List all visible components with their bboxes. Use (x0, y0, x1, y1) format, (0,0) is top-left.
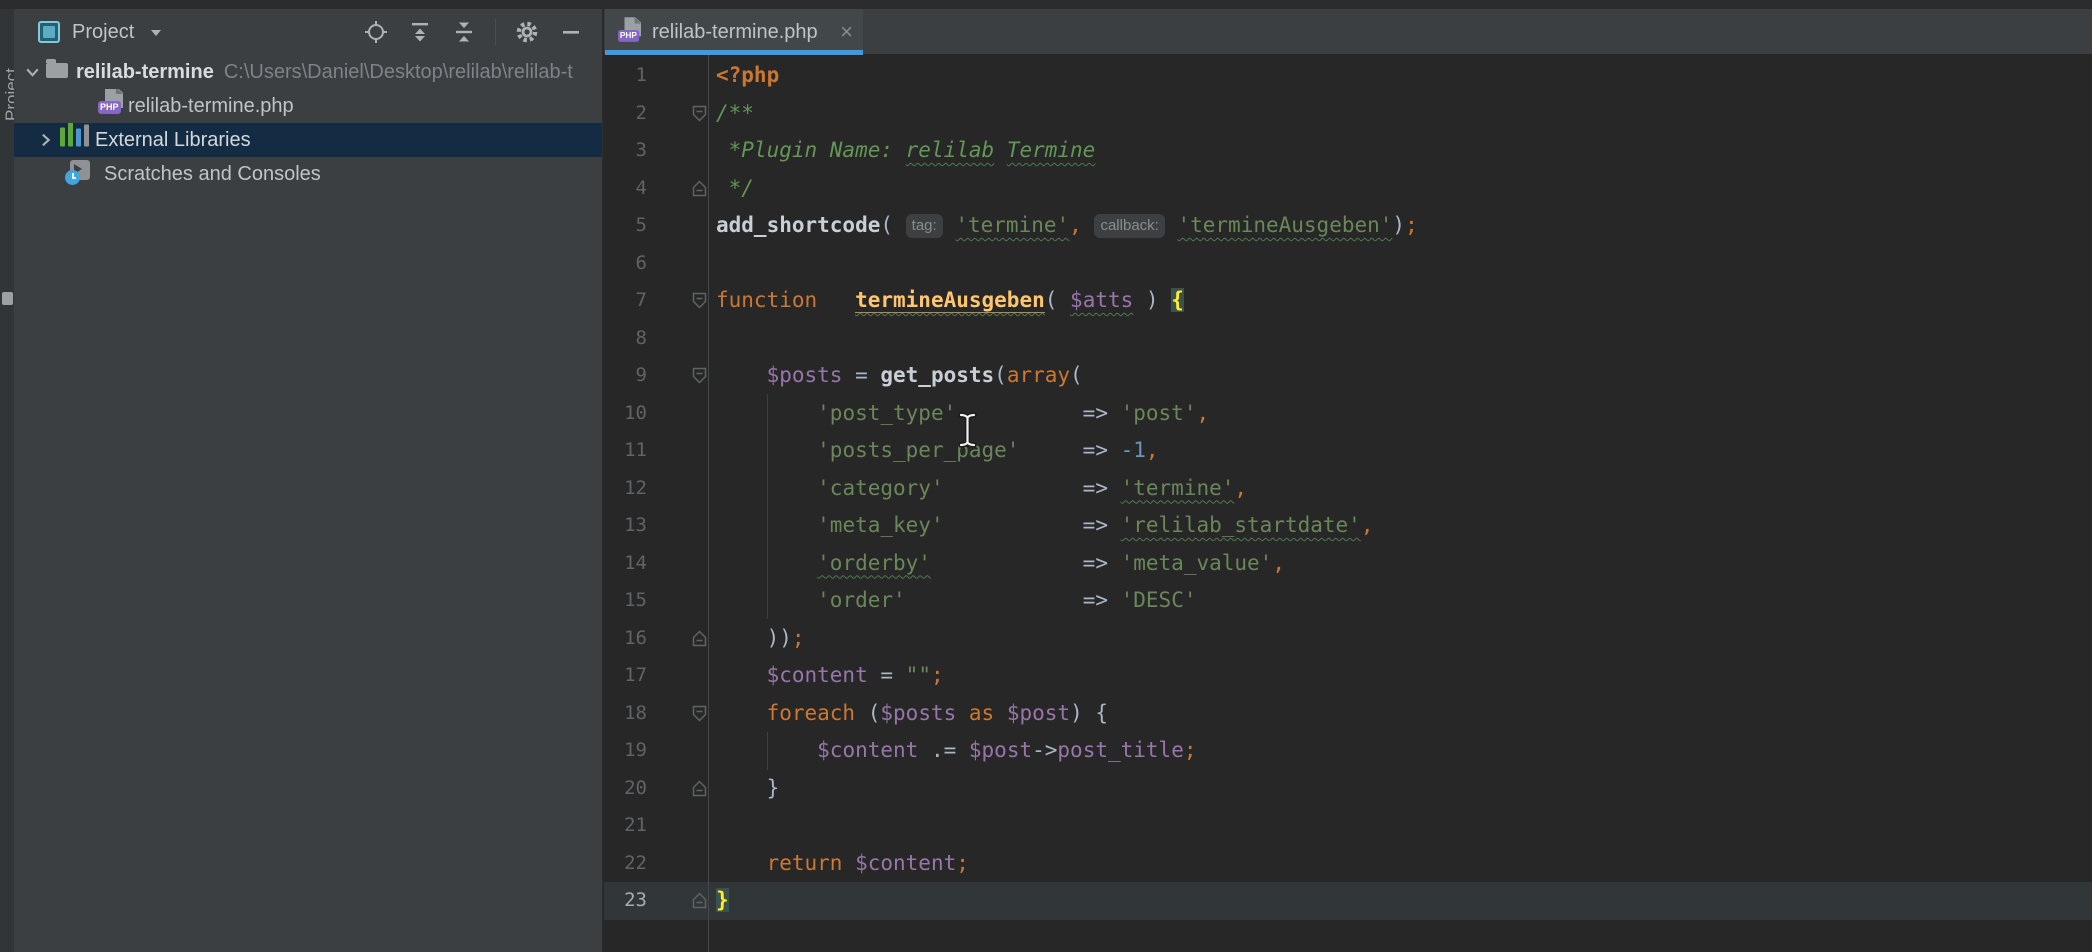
tree-item-label: External Libraries (95, 123, 251, 157)
line-number: 10 (604, 395, 647, 433)
code-line-17[interactable]: $content = ""; (716, 657, 1418, 695)
editor-area: PHP relilab-termine.php × 12345678910111… (604, 9, 2092, 952)
line-number: 4 (604, 170, 647, 208)
expand-all-icon[interactable] (407, 19, 433, 45)
external-libraries-icon (60, 123, 89, 157)
code-line-2[interactable]: /** (716, 95, 1418, 133)
code-line-23[interactable]: } (716, 882, 1418, 920)
project-tree: relilab-termineC:\Users\Daniel\Desktop\r… (14, 55, 602, 191)
scratches-icon (70, 157, 90, 191)
code-line-13[interactable]: 'meta_key' => 'relilab_startdate', (716, 507, 1418, 545)
hide-panel-icon[interactable] (558, 19, 584, 45)
line-number: 21 (604, 807, 647, 845)
code-lines[interactable]: <?php/** *Plugin Name: relilab Termine *… (716, 57, 1418, 920)
code-line-19[interactable]: $content .= $post->post_title; (716, 732, 1418, 770)
code-line-5[interactable]: add_shortcode( tag: 'termine', callback:… (716, 207, 1418, 245)
line-number: 2 (604, 95, 647, 133)
phpstorm-window: Project Project (0, 0, 2092, 952)
fold-end-icon[interactable] (692, 180, 707, 197)
parameter-hint: callback: (1094, 214, 1164, 238)
code-line-18[interactable]: foreach ($posts as $post) { (716, 695, 1418, 733)
code-line-15[interactable]: 'order' => 'DESC' (716, 582, 1418, 620)
line-number: 11 (604, 432, 647, 470)
tree-item-label: Scratches and Consoles (104, 157, 321, 191)
line-number: 15 (604, 582, 647, 620)
line-number: 7 (604, 282, 647, 320)
line-number: 19 (604, 732, 647, 770)
line-number: 17 (604, 657, 647, 695)
line-number: 18 (604, 695, 647, 733)
code-line-3[interactable]: *Plugin Name: relilab Termine (716, 132, 1418, 170)
project-panel-header: Project (14, 9, 602, 55)
fold-start-icon[interactable] (692, 292, 707, 309)
php-file-icon: PHP (98, 89, 123, 123)
chevron-down-icon[interactable] (24, 64, 41, 81)
line-number: 1 (604, 57, 647, 95)
line-number: 20 (604, 770, 647, 808)
gutter-border (708, 55, 709, 952)
line-number: 8 (604, 320, 647, 358)
fold-start-icon[interactable] (692, 705, 707, 722)
code-line-16[interactable]: )); (716, 620, 1418, 658)
code-line-12[interactable]: 'category' => 'termine', (716, 470, 1418, 508)
close-icon[interactable]: × (840, 22, 853, 42)
line-number: 6 (604, 245, 647, 283)
tab-label[interactable]: relilab-termine.php (652, 21, 818, 44)
line-number: 14 (604, 545, 647, 583)
code-line-7[interactable]: function termineAusgeben( $atts ) { (716, 282, 1418, 320)
code-line-8[interactable] (716, 320, 1418, 358)
project-panel: Project (14, 9, 603, 952)
code-line-10[interactable]: 'post_type' => 'post', (716, 395, 1418, 433)
code-line-6[interactable] (716, 245, 1418, 283)
tree-item-relilab-termine[interactable]: relilab-termineC:\Users\Daniel\Desktop\r… (14, 55, 602, 89)
code-line-20[interactable]: } (716, 770, 1418, 808)
editor-tabbar: PHP relilab-termine.php × (604, 9, 2092, 55)
panel-title[interactable]: Project (72, 21, 134, 44)
chevron-down-icon[interactable] (148, 24, 164, 40)
line-number: 22 (604, 845, 647, 883)
text-cursor-pointer (956, 411, 980, 449)
tool-window-stripe: Project (0, 9, 14, 952)
line-number: 23 (604, 882, 647, 920)
tree-item-scratches-and-consoles[interactable]: Scratches and Consoles (14, 157, 602, 191)
gutter: 1234567891011121314151617181920212223 (604, 57, 647, 920)
line-number: 5 (604, 207, 647, 245)
line-number: 3 (604, 132, 647, 170)
tree-item-relilab-termine-php[interactable]: PHPrelilab-termine.php (14, 89, 602, 123)
fold-end-icon[interactable] (692, 780, 707, 797)
fold-start-icon[interactable] (692, 367, 707, 384)
locate-icon[interactable] (363, 19, 389, 45)
php-file-icon: PHP (605, 16, 642, 48)
line-number: 16 (604, 620, 647, 658)
line-number: 13 (604, 507, 647, 545)
code-line-14[interactable]: 'orderby' => 'meta_value', (716, 545, 1418, 583)
code-line-4[interactable]: */ (716, 170, 1418, 208)
toolbar-separator (495, 19, 496, 45)
tree-item-label: relilab-termine.php (128, 89, 294, 123)
project-toolwindow-icon (38, 21, 60, 43)
collapse-all-icon[interactable] (451, 19, 477, 45)
fold-start-icon[interactable] (692, 105, 707, 122)
code-editor[interactable]: 1234567891011121314151617181920212223 <?… (604, 55, 2092, 952)
stripe-tool-icon[interactable] (2, 292, 13, 305)
code-line-1[interactable]: <?php (716, 57, 1418, 95)
line-number: 12 (604, 470, 647, 508)
chevron-right-icon[interactable] (37, 132, 54, 149)
line-number: 9 (604, 357, 647, 395)
titlebar (0, 0, 2092, 9)
code-line-9[interactable]: $posts = get_posts(array( (716, 357, 1418, 395)
parameter-hint: tag: (906, 214, 943, 238)
code-line-11[interactable]: 'posts_per_page' => -1, (716, 432, 1418, 470)
fold-end-icon[interactable] (692, 630, 707, 647)
code-line-22[interactable]: return $content; (716, 845, 1418, 883)
code-line-21[interactable] (716, 807, 1418, 845)
settings-gear-icon[interactable] (514, 19, 540, 45)
tree-item-path: C:\Users\Daniel\Desktop\relilab\relilab-… (224, 61, 573, 83)
tree-item-external-libraries[interactable]: External Libraries (14, 123, 602, 157)
folder-icon (46, 55, 68, 89)
tab-relilab-termine-php[interactable]: PHP relilab-termine.php × (605, 9, 863, 55)
fold-end-icon[interactable] (692, 892, 707, 909)
stripe-project-label[interactable]: Project (2, 68, 14, 121)
tree-item-label: relilab-termineC:\Users\Daniel\Desktop\r… (76, 55, 573, 89)
